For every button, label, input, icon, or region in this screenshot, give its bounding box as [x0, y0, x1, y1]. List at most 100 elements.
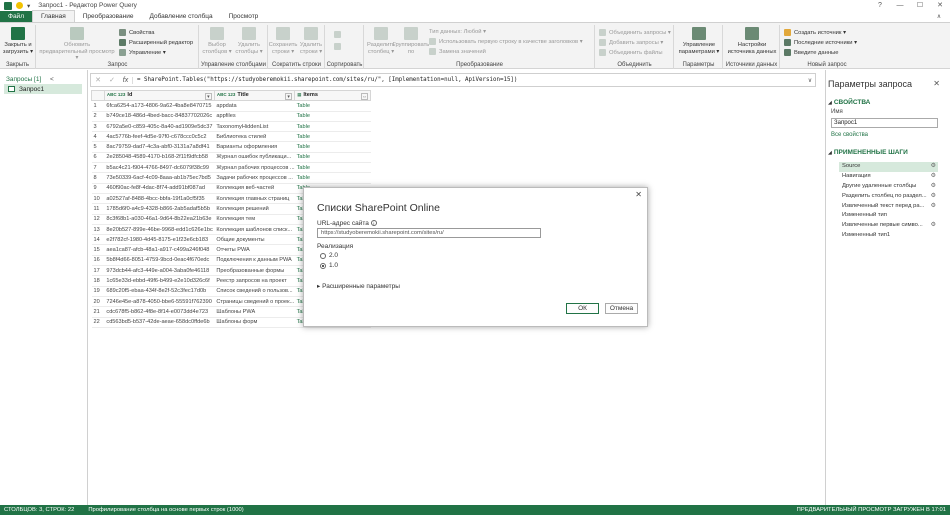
- data-type-dropdown[interactable]: Тип данных: Любой ▾: [429, 27, 486, 36]
- refresh-preview-button[interactable]: Обновить предварительный просмотр ▾: [39, 27, 115, 62]
- cell-id[interactable]: cdc678f5-b862-4f8e-8f14-e0073dd4e723: [104, 306, 215, 318]
- radio-version-20[interactable]: 2.0: [320, 252, 338, 259]
- row-number[interactable]: 10: [91, 193, 105, 205]
- cell-id[interactable]: aea1ca87-afcb-48a1-a917-c499a246f048: [104, 244, 215, 256]
- cell-items[interactable]: Table: [294, 100, 371, 112]
- row-number[interactable]: 9: [91, 183, 105, 194]
- cell-title[interactable]: appdata: [214, 100, 295, 112]
- cell-id[interactable]: 4ac5776b-feef-4d5e-97f0-c678ccc0c5c2: [104, 131, 215, 143]
- new-source-button[interactable]: Создать источник ▾: [784, 28, 846, 37]
- row-number[interactable]: 17: [91, 265, 105, 277]
- cell-items[interactable]: Table: [294, 152, 371, 164]
- applied-step[interactable]: Измененный тип1: [839, 231, 938, 241]
- row-number[interactable]: 21: [91, 306, 105, 318]
- tab-view[interactable]: Просмотр: [221, 11, 267, 22]
- cell-title[interactable]: Библиотека стилей: [214, 131, 295, 143]
- cell-title[interactable]: Шаблоны форм: [214, 317, 295, 328]
- cell-id[interactable]: a02527af-8488-4bcc-bbfa-19f1a0cf5f35: [104, 193, 215, 205]
- queries-header[interactable]: Запросы [1]: [6, 76, 41, 83]
- advanced-editor-button[interactable]: Расширенный редактор: [119, 38, 193, 47]
- row-number[interactable]: 1: [91, 100, 105, 112]
- cell-id[interactable]: b749ce18-486d-4bed-bacc-84837702026c: [104, 111, 215, 122]
- row-number[interactable]: 14: [91, 234, 105, 246]
- commit-formula-icon[interactable]: ✓: [105, 76, 119, 84]
- cell-title[interactable]: Отчеты PWA: [214, 244, 295, 256]
- cell-title[interactable]: Журнал ошибок публикаци...: [214, 152, 295, 164]
- recent-sources-button[interactable]: Последние источники ▾: [784, 38, 857, 47]
- cell-title[interactable]: Задачи рабочих процессов ...: [214, 172, 295, 184]
- remove-rows-button[interactable]: Удалить строки ▾: [297, 27, 325, 55]
- cell-title[interactable]: Страницы сведений о проек...: [214, 296, 295, 308]
- sort-desc-button[interactable]: [334, 42, 344, 51]
- table-row[interactable]: 3 6792a5e0-c859-405c-8a40-ad1909e5dc37 Tax…: [91, 121, 371, 133]
- cell-title[interactable]: appfiles: [214, 111, 295, 122]
- table-row[interactable]: 1 6fca6254-a173-4806-9a62-4ba8e8470715 app…: [91, 100, 371, 112]
- fx-icon[interactable]: fx: [119, 76, 133, 84]
- group-by-button[interactable]: Группировать по: [393, 27, 429, 55]
- choose-columns-button[interactable]: Выбор столбцов ▾: [202, 27, 232, 55]
- cell-title[interactable]: TaxonomyHiddenList: [214, 121, 295, 133]
- manage-button[interactable]: Управление ▾: [119, 48, 166, 57]
- merge-queries-button[interactable]: Объединить запросы ▾: [599, 28, 671, 37]
- cell-items[interactable]: Table: [294, 162, 371, 174]
- maximize-icon[interactable]: ☐: [910, 0, 930, 11]
- cell-items[interactable]: Table: [294, 121, 371, 133]
- cell-id[interactable]: 6792a5e0-c859-405c-8a40-ad1909e5dc37: [104, 121, 215, 133]
- sort-asc-button[interactable]: [334, 30, 344, 39]
- quick-access-dropdown-icon[interactable]: ▾: [27, 2, 30, 10]
- table-row[interactable]: 4 4ac5776b-feef-4d5e-97f0-c678ccc0c5c2 Биб…: [91, 131, 371, 143]
- cell-items[interactable]: Table: [294, 131, 371, 143]
- column-header-items[interactable]: ▦ Items ⇔: [294, 89, 371, 102]
- row-number[interactable]: 16: [91, 255, 105, 267]
- cell-title[interactable]: Преобразованные формы: [214, 265, 295, 277]
- properties-section-header[interactable]: ◢ СВОЙСТВА: [828, 99, 870, 106]
- all-properties-link[interactable]: Все свойства: [831, 132, 868, 138]
- cell-items[interactable]: Table: [294, 111, 371, 122]
- applied-step[interactable]: Source ⚙: [839, 162, 938, 172]
- row-number[interactable]: 6: [91, 152, 105, 164]
- cell-id[interactable]: 460f90ac-fe8f-4dac-8f74-add91bf087ad: [104, 183, 215, 194]
- replace-values-button[interactable]: Замена значений: [429, 47, 486, 56]
- pane-close-icon[interactable]: ✕: [933, 79, 940, 88]
- step-settings-gear-icon[interactable]: ⚙: [931, 162, 936, 172]
- applied-step[interactable]: Извлеченный текст перед ра... ⚙: [839, 202, 938, 212]
- row-number[interactable]: 5: [91, 141, 105, 153]
- applied-step[interactable]: Другие удаленные столбцы ⚙: [839, 182, 938, 192]
- cell-id[interactable]: b5ac4c21-f904-4766-8497-dc6079f38c99: [104, 162, 215, 174]
- collapse-pane-icon[interactable]: <: [50, 76, 54, 83]
- row-number[interactable]: 11: [91, 203, 105, 215]
- grid-corner[interactable]: [91, 89, 105, 102]
- cell-title[interactable]: Варианты оформления: [214, 141, 295, 153]
- advanced-options-toggle[interactable]: ▸ Расширенные параметры: [317, 282, 400, 290]
- cell-id[interactable]: 8e20b527-899e-46be-9968-edd1c626e1bc: [104, 224, 215, 236]
- smile-feedback-icon[interactable]: [16, 2, 23, 9]
- row-number[interactable]: 13: [91, 224, 105, 236]
- table-row[interactable]: 2 b749ce18-486d-4bed-bacc-84837702026c app…: [91, 111, 371, 122]
- table-row[interactable]: 5 8ac79759-dad7-4c3a-abf0-3131a7a8df41 Вар…: [91, 141, 371, 153]
- cell-title[interactable]: Список сведений о пользов...: [214, 286, 295, 297]
- row-number[interactable]: 7: [91, 162, 105, 174]
- cell-id[interactable]: e2f782cf-1980-4d45-8175-e1f23e6cb183: [104, 234, 215, 246]
- site-url-input[interactable]: [317, 228, 541, 238]
- cell-title[interactable]: Общие документы: [214, 234, 295, 246]
- query-name-input[interactable]: Запрос1: [831, 118, 938, 128]
- step-settings-gear-icon[interactable]: ⚙: [931, 202, 936, 212]
- applied-step[interactable]: Разделить столбец по раздел... ⚙: [839, 192, 938, 202]
- row-number[interactable]: 22: [91, 317, 105, 328]
- filter-dropdown-icon[interactable]: ▾: [285, 92, 293, 100]
- minimize-icon[interactable]: —: [890, 0, 910, 11]
- applied-step[interactable]: Измененный тип: [839, 211, 938, 221]
- cell-items[interactable]: Table: [294, 141, 371, 153]
- cell-id[interactable]: 1c65e33d-ebbd-49f6-b499-e2e10d326c6f: [104, 275, 215, 287]
- dialog-close-icon[interactable]: ✕: [635, 190, 642, 199]
- tab-add-column[interactable]: Добавление столбца: [141, 11, 220, 22]
- cell-id[interactable]: 8c3f68b1-a030-46a1-9d64-8b22ea21b63e: [104, 214, 215, 225]
- cancel-button[interactable]: Отмена: [605, 303, 638, 314]
- cell-title[interactable]: Коллекция решений: [214, 203, 295, 215]
- cell-title[interactable]: Коллекция веб-частей: [214, 183, 295, 194]
- cell-id[interactable]: 6fca6254-a173-4806-9a62-4ba8e8470715: [104, 100, 215, 112]
- enter-data-button[interactable]: Введите данные: [784, 48, 838, 57]
- data-source-settings-button[interactable]: Настройки источника данных: [726, 27, 778, 55]
- cell-id[interactable]: 2e285048-4589-4170-b168-2f11f9dfcb58: [104, 152, 215, 164]
- info-icon[interactable]: i: [370, 220, 377, 226]
